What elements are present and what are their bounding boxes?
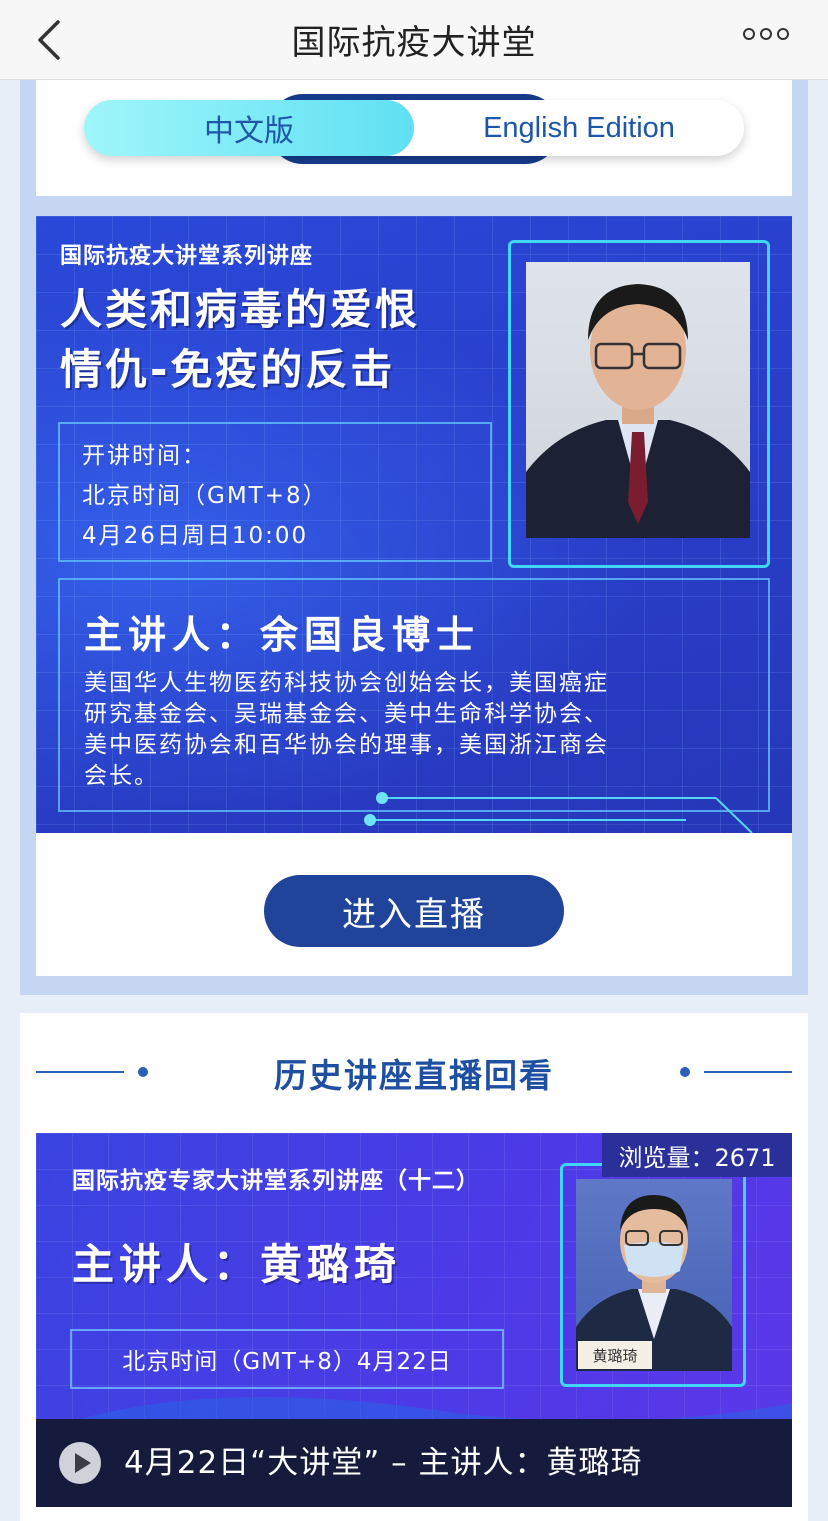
lecture-title: 人类和病毒的爱恨 情仇-免疫的反击 [60,280,500,400]
history-header: 历史讲座直播回看 [20,1049,808,1095]
replay-time: 北京时间（GMT+8）4月22日 [70,1329,504,1389]
replay-speaker-photo: 黄璐琦 [576,1179,732,1371]
replay-caption-bar: 4月22日“大讲堂” – 主讲人：黄璐琦 [36,1419,792,1507]
lecture-title-line1: 人类和病毒的爱恨 [60,285,421,334]
speaker-bio: 美国华人生物医药科技协会创始会长，美国癌症 研究基金会、吴瑞基金会、美中生命科学… [84,668,752,792]
time-value: 4月26日周日10:00 [82,523,309,549]
replay-series: 国际抗疫专家大讲堂系列讲座（十二） [72,1168,480,1194]
tab-english[interactable]: English Edition [414,100,744,156]
more-dots-icon[interactable] [742,26,790,42]
replay-speaker: 主讲人：黄璐琦 [72,1240,402,1289]
bio-line: 美国华人生物医药科技协会创始会长，美国癌症 [84,670,609,696]
play-icon[interactable] [58,1441,102,1485]
page-title: 国际抗疫大讲堂 [291,23,537,63]
time-label: 开讲时间： [82,443,207,469]
tab-chinese[interactable]: 中文版 [84,100,414,156]
bio-line: 美中医药协会和百华协会的理事，美国浙江商会 [84,732,609,758]
chevron-left-icon[interactable] [30,16,70,64]
speaker-name: 主讲人：余国良博士 [84,613,481,657]
bio-line: 研究基金会、吴瑞基金会、美中生命科学协会、 [84,701,609,727]
language-toggle: 中文版 English Edition [84,100,744,156]
nav-bar: 国际抗疫大讲堂 [0,0,828,80]
header-divider-right [704,1071,792,1073]
circuit-decoration [364,792,753,833]
enter-live-button[interactable]: 进入直播 [264,875,564,947]
language-card: 中文版 English Edition [36,80,792,196]
lecture-banner[interactable]: 国际抗疫大讲堂系列讲座 人类和病毒的爱恨 情仇-免疫的反击 开讲时间： 北京时间… [36,216,792,833]
lecture-title-line2: 情仇-免疫的反击 [60,345,396,394]
speaker-box: 主讲人：余国良博士 美国华人生物医药科技协会创始会长，美国癌症 研究基金会、吴瑞… [58,578,770,812]
speaker-photo [526,262,750,538]
replay-caption: 4月22日“大讲堂” – 主讲人：黄璐琦 [124,1445,643,1481]
live-lecture-card: 国际抗疫大讲堂系列讲座 人类和病毒的爱恨 情仇-免疫的反击 开讲时间： 北京时间… [36,216,792,976]
time-zone: 北京时间（GMT+8） [82,483,328,509]
history-section: 历史讲座直播回看 国际抗疫专家大讲堂系列讲座（十二） 主讲人：黄璐琦 北京时间（… [20,1013,808,1521]
header-dot-right [680,1067,690,1077]
banner-series: 国际抗疫大讲堂系列讲座 [60,244,314,269]
lecture-time-box: 开讲时间： 北京时间（GMT+8） 4月26日周日10:00 [58,422,492,562]
views-badge: 浏览量：2671 [602,1133,792,1177]
speaker-name-plate: 黄璐琦 [578,1341,652,1369]
replay-item[interactable]: 国际抗疫专家大讲堂系列讲座（十二） 主讲人：黄璐琦 北京时间（GMT+8）4月2… [36,1133,792,1507]
